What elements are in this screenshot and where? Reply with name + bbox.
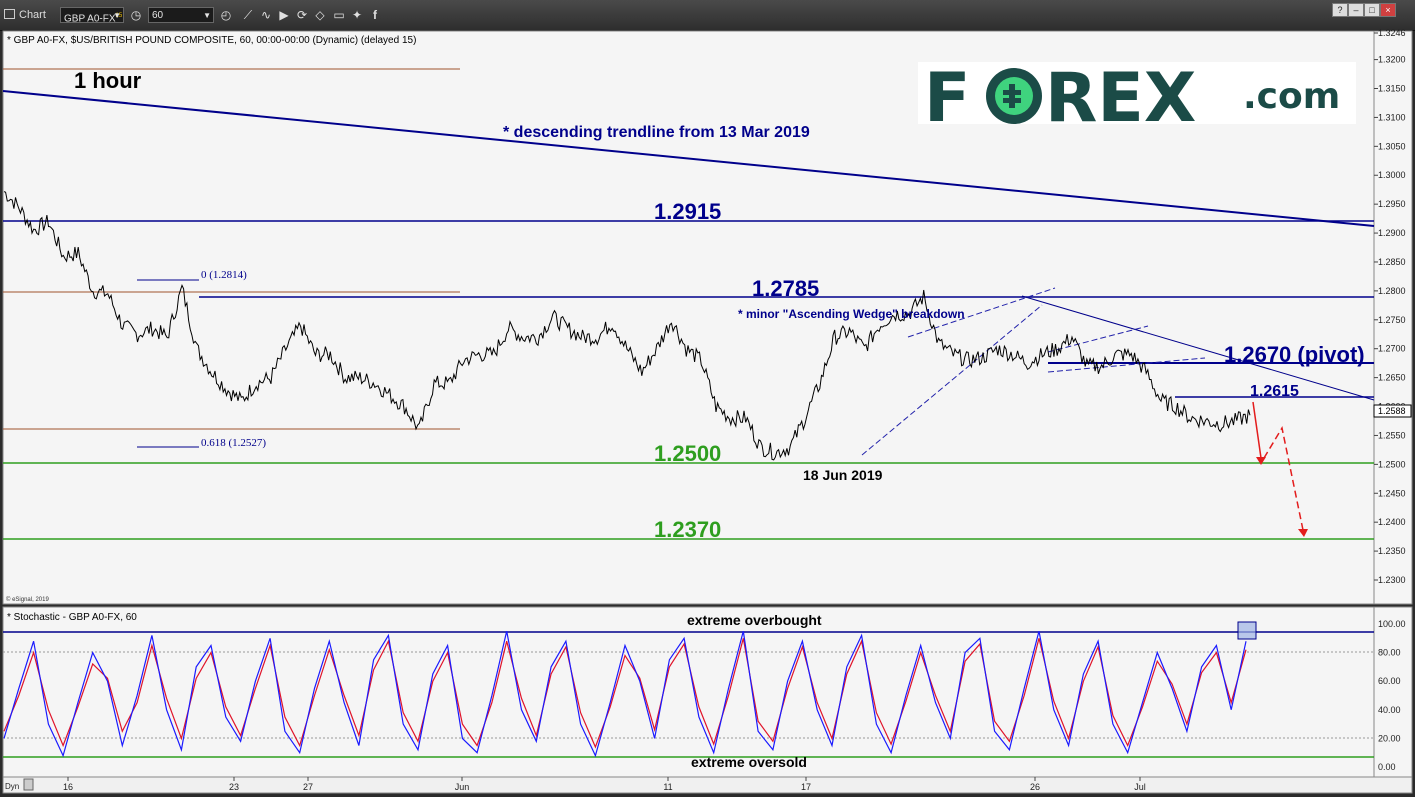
stoch-axis [1373,606,1413,778]
level-2370-label: 1.2370 [654,517,721,542]
fib-618-label: 0.618 (1.2527) [201,437,266,449]
level-2500-label: 1.2500 [654,441,721,466]
level-2915-label: 1.2915 [654,199,721,224]
price-tick-label: 1.2650 [1378,373,1406,383]
price-tick-label: 1.3000 [1378,170,1406,180]
price-tick-label: 1.3100 [1378,112,1406,122]
last-price-label: 1.2588 [1378,406,1406,416]
time-tick-label: 27 [303,782,313,792]
time-tick-label: 17 [801,782,811,792]
level-2785-label: 1.2785 [752,276,819,301]
price-tick-label: 1.2800 [1378,286,1406,296]
trendline-label: * descending trendline from 13 Mar 2019 [503,124,810,141]
stoch-header: * Stochastic - GBP A0-FX, 60 [7,612,137,623]
price-tick-label: 1.3150 [1378,84,1406,94]
time-tick-label: 16 [63,782,73,792]
price-tick-label: 1.2300 [1378,575,1406,585]
logo-dotcom: .com [1243,76,1340,117]
chart-canvas: Dyn * GBP A0-FX, $US/BRITISH POUND COMPO… [2,28,1413,794]
dyn-button[interactable]: Dyn [5,782,19,791]
price-tick-label: 1.2350 [1378,546,1406,556]
stoch-tick-label: 0.00 [1378,762,1396,772]
stoch-tick-label: 60.00 [1378,676,1401,686]
price-tick-label: 1.2500 [1378,459,1406,469]
time-tick-label: 11 [663,782,672,792]
logo-coin-icon [986,68,1042,124]
date-low-label: 18 Jun 2019 [803,467,883,483]
fib-0-label: 0 (1.2814) [201,269,247,281]
chart-header: * GBP A0-FX, $US/BRITISH POUND COMPOSITE… [7,35,416,46]
price-tick-label: 1.2950 [1378,199,1406,209]
stoch-tick-label: 100.00 [1378,619,1406,629]
copyright-text: © eSignal, 2019 [6,596,49,603]
stoch-tick-label: 80.00 [1378,648,1401,658]
wedge-label: * minor "Ascending Wedge" breakdown [738,307,965,321]
time-tick-label: Jun [455,782,470,792]
price-tick-label: 1.3200 [1378,55,1406,65]
price-tick-label: 1.2750 [1378,315,1406,325]
price-tick-label: 1.2850 [1378,257,1406,267]
time-tick-label: 23 [229,782,239,792]
stoch-tick-label: 40.00 [1378,705,1401,715]
time-axis [2,776,1413,794]
timeframe-label: 1 hour [74,68,142,93]
price-tick-label: 1.2700 [1378,344,1406,354]
stoch-highlight-box [1237,621,1257,640]
dyn-lock-icon[interactable] [23,778,34,791]
price-tick-label: 1.3050 [1378,141,1406,151]
logo-letters-rex: REX [1045,59,1196,138]
price-tick-label: 1.2550 [1378,430,1406,440]
price-tick-label: 1.2450 [1378,488,1406,498]
pivot-label: 1.2670 (pivot) [1224,342,1365,367]
oversold-label: extreme oversold [691,754,807,770]
price-tick-label: 1.3246 [1378,28,1406,38]
overbought-label: extreme overbought [687,612,822,628]
price-tick-label: 1.2400 [1378,517,1406,527]
logo-letter-f: F [924,59,970,138]
time-tick-label: Jul [1134,782,1146,792]
price-tick-label: 1.2900 [1378,228,1406,238]
level-2615-label: 1.2615 [1250,383,1299,400]
time-tick-label: 26 [1030,782,1040,792]
stoch-tick-label: 20.00 [1378,733,1401,743]
